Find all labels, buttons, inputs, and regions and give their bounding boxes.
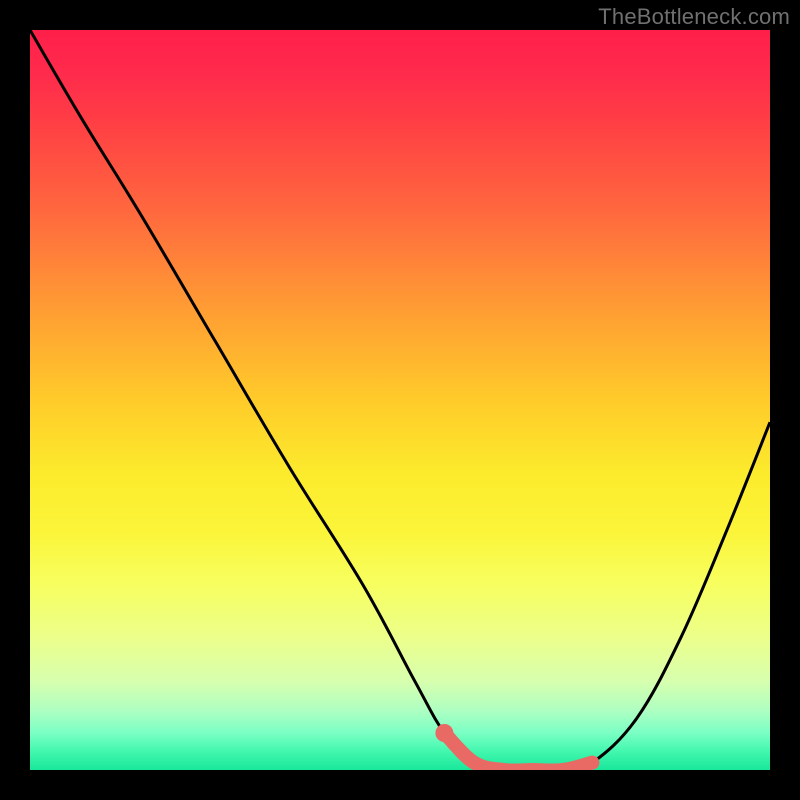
plot-area: [30, 30, 770, 770]
highlight-segment-line: [444, 733, 592, 770]
bottleneck-curve: [30, 30, 770, 770]
attribution-label: TheBottleneck.com: [598, 4, 790, 30]
chart-svg: [30, 30, 770, 770]
chart-frame: TheBottleneck.com: [0, 0, 800, 800]
highlight-start-dot: [435, 724, 453, 742]
